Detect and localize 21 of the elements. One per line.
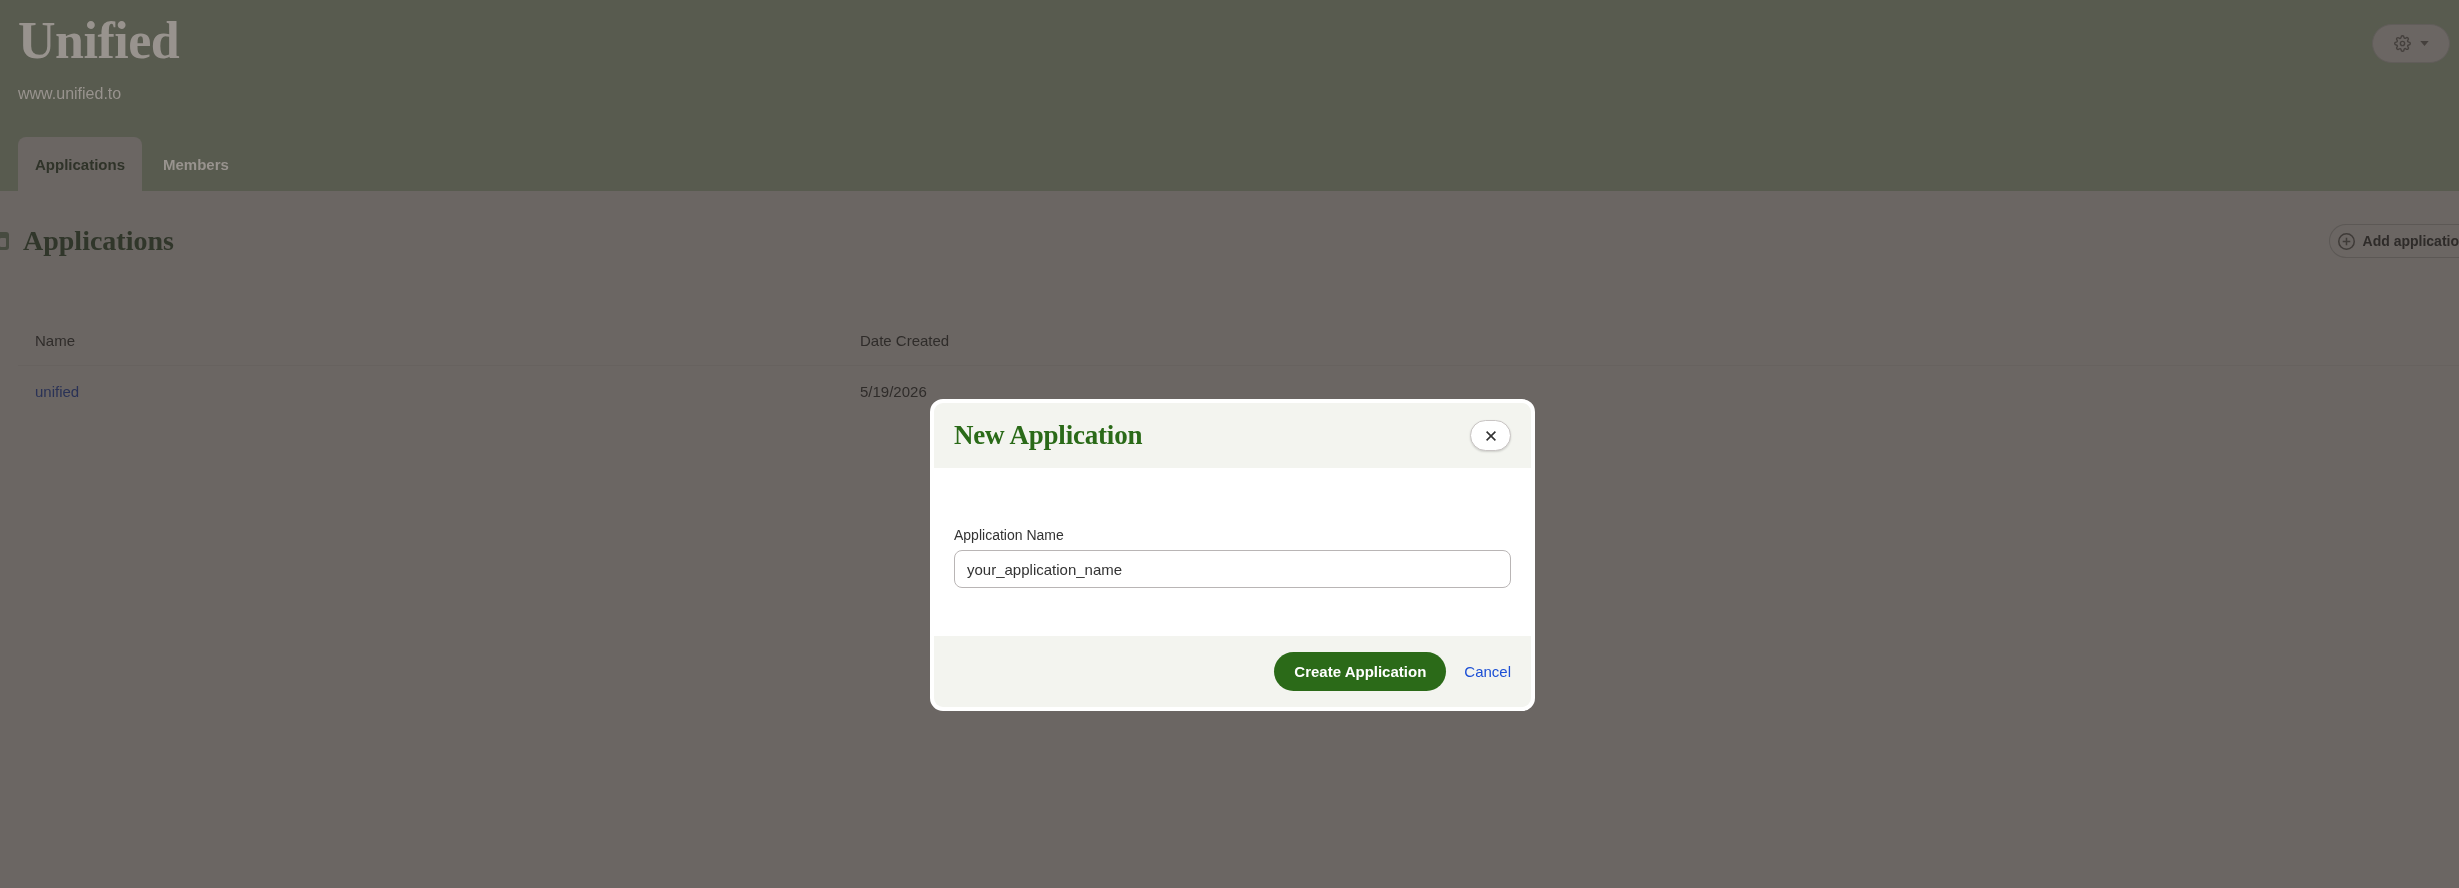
tab[interactable]: Members: [146, 137, 246, 191]
site-title: Unified: [18, 14, 180, 68]
add-button-label: Add applicatio: [2362, 233, 2459, 249]
field-label: Application Name: [954, 526, 1065, 544]
column-header: Name: [34, 331, 76, 349]
create-button[interactable]: Create Application: [1274, 652, 1447, 691]
close-icon: [1485, 430, 1496, 441]
application-link[interactable]: unified: [35, 382, 80, 400]
caret-icon: [2419, 41, 2429, 46]
column-header: Date Created: [860, 331, 950, 349]
close-button[interactable]: [1470, 420, 1511, 451]
dialog-title: New Application: [954, 420, 1143, 451]
tab[interactable]: Applications: [18, 137, 142, 191]
cancel-link[interactable]: Cancel: [1464, 663, 1511, 680]
table-cell: 5/19/2026: [860, 382, 927, 400]
application-name-input[interactable]: your_application_name: [954, 550, 1511, 588]
add-application-button[interactable]: Add applicatio: [2328, 224, 2459, 258]
plus-circle-icon: [2337, 232, 2355, 250]
site-url: www.unified.to: [18, 84, 122, 104]
settings-icon: [2393, 35, 2411, 52]
section-heading: Applications: [23, 224, 174, 258]
